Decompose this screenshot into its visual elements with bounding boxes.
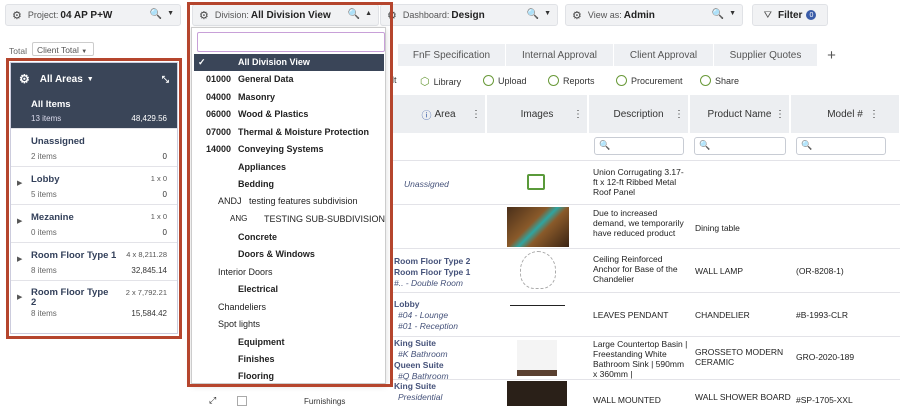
cube-icon: ⬡ [420, 76, 430, 88]
client-total-select[interactable]: Client Total ▼ [32, 42, 94, 56]
table-row[interactable]: Unassigned [404, 179, 449, 189]
add-tab-button[interactable]: + [820, 44, 844, 66]
total-label: Total [9, 46, 27, 56]
row-checkbox[interactable] [237, 396, 247, 406]
shower-image[interactable] [507, 381, 567, 406]
gear-icon: ⚙ [12, 9, 22, 22]
add-image-icon[interactable] [527, 174, 545, 190]
column-menu-icon[interactable]: ⋮ [775, 109, 785, 120]
procurement-button[interactable]: Procurement [616, 75, 683, 86]
row-divider [392, 204, 900, 205]
column-menu-icon[interactable]: ⋮ [471, 109, 481, 120]
expand-icon[interactable]: ⤢ [209, 395, 216, 406]
column-description[interactable]: Description ⋮ [589, 95, 689, 133]
column-model[interactable]: Model # ⋮ [791, 95, 900, 133]
filter-icon: ⛛ [763, 9, 772, 21]
chevron-down-icon: ▼ [729, 10, 736, 17]
filter-button[interactable]: ⛛ Filter 0 [752, 4, 828, 26]
chandelier-image[interactable] [520, 251, 556, 289]
dining-table-image[interactable] [507, 207, 569, 247]
column-product-name[interactable]: Product Name ⋮ [690, 95, 790, 133]
pendant-image[interactable] [510, 305, 565, 325]
reports-icon [548, 75, 559, 86]
procurement-icon [616, 75, 627, 86]
tab-internal-approval[interactable]: Internal Approval [506, 44, 614, 66]
reports-button[interactable]: Reports [548, 75, 595, 86]
sink-image[interactable] [517, 340, 557, 376]
gear-icon: ⚙ [572, 9, 582, 22]
row-divider [392, 336, 900, 337]
share-icon [700, 75, 711, 86]
share-button[interactable]: Share [700, 75, 739, 86]
chevron-down-icon: ▼ [81, 49, 88, 55]
column-area[interactable]: ⓘ Area ⋮ [392, 95, 486, 133]
info-icon: ⓘ [421, 110, 432, 122]
row-divider [392, 379, 900, 380]
search-icon: 🔍 [801, 140, 813, 150]
furnishings-label: Furnishings [304, 397, 346, 406]
chevron-down-icon: ▼ [544, 10, 551, 17]
product-name-filter-input[interactable]: 🔍 [694, 137, 786, 155]
column-menu-icon[interactable]: ⋮ [573, 109, 583, 120]
row-divider [392, 160, 900, 161]
library-button[interactable]: ⬡ Library [420, 75, 461, 88]
row-divider [392, 248, 900, 249]
column-images[interactable]: Images ⋮ [487, 95, 588, 133]
search-icon: 🔍 [149, 9, 162, 20]
chevron-down-icon: ▼ [167, 10, 174, 17]
tab-client-approval[interactable]: Client Approval [614, 44, 714, 66]
project-selector[interactable]: ⚙ Project: 04 AP P+W 🔍 ▼ [5, 4, 181, 26]
tab-fnf-specification[interactable]: FnF Specification [398, 44, 506, 66]
highlight-box-division [187, 2, 393, 387]
search-icon: 🔍 [526, 9, 539, 20]
model-filter-input[interactable]: 🔍 [796, 137, 886, 155]
column-menu-icon[interactable]: ⋮ [674, 109, 684, 120]
filter-count-badge: 0 [806, 10, 817, 20]
search-icon: 🔍 [711, 9, 724, 20]
tab-supplier-quotes[interactable]: Supplier Quotes [714, 44, 818, 66]
upload-icon [483, 75, 494, 86]
row-divider [392, 292, 900, 293]
description-filter-input[interactable]: 🔍 [594, 137, 684, 155]
highlight-box-areas [6, 58, 182, 339]
search-icon: 🔍 [699, 140, 711, 150]
dashboard-selector[interactable]: ⚙ Dashboard: Design 🔍 ▼ [380, 4, 558, 26]
viewas-selector[interactable]: ⚙ View as: Admin 🔍 ▼ [565, 4, 743, 26]
search-icon: 🔍 [599, 140, 611, 150]
column-menu-icon[interactable]: ⋮ [869, 109, 879, 120]
upload-button[interactable]: Upload [483, 75, 527, 86]
